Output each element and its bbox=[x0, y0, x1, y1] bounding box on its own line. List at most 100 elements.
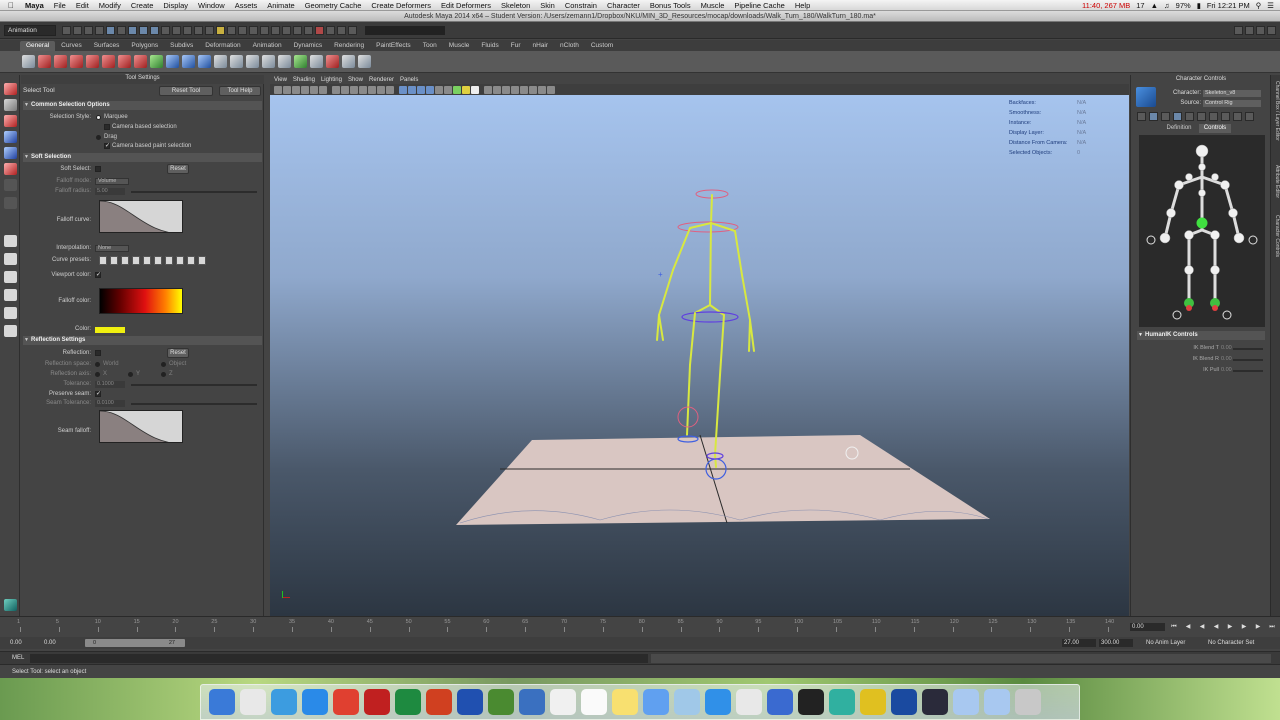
shelf-tool-icon[interactable] bbox=[214, 55, 227, 68]
character-dropdown[interactable]: Skeleton_v8 bbox=[1203, 90, 1261, 97]
seam-tolerance-field[interactable]: 0.0100 bbox=[95, 400, 125, 407]
side-tab-character-controls[interactable]: Character Controls bbox=[1272, 215, 1280, 257]
seam-falloff-graph[interactable] bbox=[99, 410, 183, 443]
preserve-seam-checkbox[interactable]: ✓ bbox=[95, 391, 101, 397]
unity-icon[interactable] bbox=[798, 689, 824, 715]
falloff-radius-field[interactable]: 5.00 bbox=[95, 188, 125, 195]
shelf-tool-icon[interactable] bbox=[246, 55, 259, 68]
folder-icon[interactable] bbox=[953, 689, 979, 715]
shelf-tool-icon[interactable] bbox=[278, 55, 291, 68]
wireframe-icon[interactable] bbox=[399, 85, 407, 94]
viewport-menu-panels[interactable]: Panels bbox=[400, 77, 418, 83]
menu-maya[interactable]: Maya bbox=[20, 1, 49, 10]
excel-icon[interactable] bbox=[395, 689, 421, 715]
paint-select-tool-icon[interactable] bbox=[4, 115, 17, 127]
common-selection-options-header[interactable]: Common Selection Options bbox=[23, 101, 262, 110]
humanik-figure-view[interactable] bbox=[1139, 135, 1265, 327]
shelf-tool-icon[interactable] bbox=[150, 55, 163, 68]
side-tab-channel-box[interactable]: Channel Box / Layer Editor bbox=[1272, 81, 1280, 141]
notes-icon[interactable] bbox=[612, 689, 638, 715]
locator-marker[interactable]: + bbox=[658, 270, 663, 279]
fireworks-icon[interactable] bbox=[860, 689, 886, 715]
shelf-tool-icon[interactable] bbox=[70, 55, 83, 68]
render-icon[interactable] bbox=[315, 25, 324, 35]
menu-skeleton[interactable]: Skeleton bbox=[496, 1, 535, 10]
curve-preset-button[interactable] bbox=[99, 256, 107, 265]
interpolation-dropdown[interactable]: None bbox=[95, 245, 129, 252]
hypershade-icon[interactable] bbox=[348, 25, 357, 35]
mel-label[interactable]: MEL bbox=[12, 655, 24, 661]
curve-preset-button[interactable] bbox=[187, 256, 195, 265]
menu-create-deformers[interactable]: Create Deformers bbox=[366, 1, 436, 10]
layout-persp-graph-icon[interactable] bbox=[4, 289, 17, 301]
itunes-icon[interactable] bbox=[643, 689, 669, 715]
shelf-tab-deformation[interactable]: Deformation bbox=[199, 41, 246, 51]
curve-preset-button[interactable] bbox=[154, 256, 162, 265]
falloff-radius-slider[interactable] bbox=[131, 191, 257, 193]
ik-pull-slider[interactable] bbox=[1233, 370, 1263, 372]
side-tab-attribute-editor[interactable]: Attribute Editor bbox=[1272, 165, 1280, 198]
curve-preset-button[interactable] bbox=[176, 256, 184, 265]
step-forward-button[interactable]: ▶ bbox=[1254, 624, 1262, 630]
tab-definition[interactable]: Definition bbox=[1161, 124, 1197, 133]
shelf-tab-general[interactable]: General bbox=[20, 41, 56, 51]
snap-point-icon[interactable] bbox=[260, 25, 269, 35]
marquee-radio[interactable] bbox=[96, 115, 101, 120]
clock[interactable]: Fri 12:21 PM bbox=[1207, 1, 1250, 10]
select-by-dynamic-icon[interactable] bbox=[183, 25, 192, 35]
layout-persp-outliner-icon[interactable] bbox=[4, 271, 17, 283]
claquette-icon[interactable] bbox=[922, 689, 948, 715]
ik-blend-t-value[interactable]: 0.00 bbox=[1221, 345, 1232, 351]
make-live-icon[interactable] bbox=[282, 25, 291, 35]
finder-icon[interactable] bbox=[209, 689, 235, 715]
curve-preset-button[interactable] bbox=[132, 256, 140, 265]
volume-icon[interactable]: ♫ bbox=[1164, 1, 1170, 10]
viewport-menu-show[interactable]: Show bbox=[348, 77, 363, 83]
soft-select-reset-button[interactable]: Reset bbox=[167, 164, 189, 174]
lock-selection-icon[interactable] bbox=[216, 25, 225, 35]
menu-constrain[interactable]: Constrain bbox=[560, 1, 602, 10]
seam-tolerance-slider[interactable] bbox=[131, 403, 257, 405]
go-to-end-button[interactable]: ⏭ bbox=[1268, 624, 1276, 630]
viewport-menu-shading[interactable]: Shading bbox=[293, 77, 315, 83]
menu-muscle[interactable]: Muscle bbox=[696, 1, 730, 10]
mail-icon[interactable] bbox=[271, 689, 297, 715]
xcode-icon[interactable] bbox=[519, 689, 545, 715]
character-tool-icon[interactable] bbox=[1185, 112, 1194, 121]
select-hierarchy-icon[interactable] bbox=[95, 25, 104, 35]
shelf-tab-muscle[interactable]: Muscle bbox=[443, 41, 476, 51]
shelf-tab-ncloth[interactable]: nCloth bbox=[554, 41, 585, 51]
snap-grid-icon[interactable] bbox=[238, 25, 247, 35]
select-by-joint-icon[interactable] bbox=[139, 25, 148, 35]
wireframe-on-shaded-icon[interactable] bbox=[417, 85, 425, 94]
shelf-tab-curves[interactable]: Curves bbox=[55, 41, 88, 51]
new-scene-icon[interactable] bbox=[62, 25, 71, 35]
battery-status[interactable]: 97% bbox=[1176, 1, 1191, 10]
anim-layer-selector[interactable]: No Anim Layer bbox=[1146, 639, 1185, 647]
menu-modify[interactable]: Modify bbox=[94, 1, 126, 10]
layout-persp-uv-icon[interactable] bbox=[4, 325, 17, 337]
play-forwards-button[interactable]: ▶ bbox=[1226, 624, 1234, 630]
shelf-tab-toon[interactable]: Toon bbox=[417, 41, 443, 51]
menu-create[interactable]: Create bbox=[126, 1, 159, 10]
curve-preset-button[interactable] bbox=[121, 256, 129, 265]
select-by-render-icon[interactable] bbox=[194, 25, 203, 35]
render-view-icon[interactable] bbox=[304, 25, 313, 35]
shadows-icon[interactable] bbox=[444, 85, 452, 94]
falloff-mode-dropdown[interactable]: Volume bbox=[95, 178, 129, 185]
shelf-tab-dynamics[interactable]: Dynamics bbox=[288, 41, 329, 51]
select-tool-icon[interactable] bbox=[4, 83, 17, 95]
character-tool-icon[interactable] bbox=[1173, 112, 1182, 121]
shelf-tab-custom[interactable]: Custom bbox=[585, 41, 619, 51]
falloff-curve-graph[interactable] bbox=[99, 200, 183, 233]
select-by-handle-icon[interactable] bbox=[128, 25, 137, 35]
notification-icon[interactable]: ☰ bbox=[1267, 1, 1274, 10]
range-slider-bar[interactable]: 0 27 bbox=[85, 639, 185, 647]
word-icon[interactable] bbox=[457, 689, 483, 715]
menu-edit-deformers[interactable]: Edit Deformers bbox=[436, 1, 496, 10]
shelf-tool-icon[interactable] bbox=[230, 55, 243, 68]
shelf-tool-icon[interactable] bbox=[166, 55, 179, 68]
spotlight-icon[interactable]: ⚲ bbox=[1256, 1, 1262, 10]
reflection-checkbox[interactable] bbox=[95, 350, 101, 356]
ipr-render-icon[interactable] bbox=[326, 25, 335, 35]
